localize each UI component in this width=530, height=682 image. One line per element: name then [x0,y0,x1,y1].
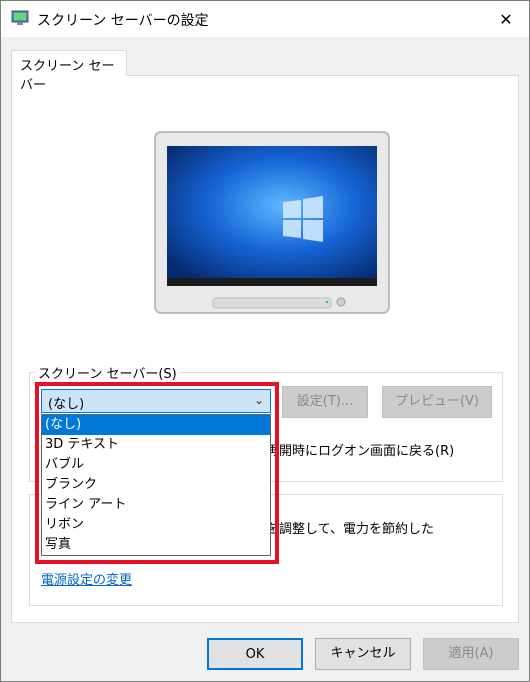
dropdown-option[interactable]: 写真 [42,535,270,555]
dropdown-option[interactable]: ブランク [42,475,270,495]
preview-button[interactable]: プレビュー(V) [382,386,492,418]
dropdown-option[interactable]: 3D テキスト [42,435,270,455]
dropdown-option[interactable]: リボン [42,515,270,535]
screensaver-tab-panel: スクリーン セーバー(S) 設定(T)... プレビュー(V) 再開時にログオン… [11,75,519,623]
screensaver-app-icon [11,10,29,25]
dropdown-option[interactable]: (なし) [42,415,270,435]
title-bar: スクリーン セーバーの設定 ✕ [1,1,529,37]
screensaver-select-value: (なし) [48,397,85,412]
dropdown-option[interactable]: バブル [42,455,270,475]
close-button[interactable]: ✕ [483,1,529,37]
settings-button[interactable]: 設定(T)... [282,386,368,418]
power-settings-link[interactable]: 電源設定の変更 [41,569,132,588]
monitor-preview-image [154,131,390,314]
close-icon: ✕ [499,9,513,29]
screensaver-settings-dialog: スクリーン セーバーの設定 ✕ スクリーン セーバー スクリーン セーバー(S)… [0,0,530,682]
tab-screensaver[interactable]: スクリーン セーバー [11,50,127,93]
apply-button[interactable]: 適用(A) [423,638,519,670]
resume-logon-label[interactable]: 再開時にログオン画面に戻る(R) [266,440,454,459]
screensaver-select[interactable]: (なし) ⌄ [41,389,271,413]
screensaver-group-label: スクリーン セーバー(S) [36,363,179,382]
screensaver-dropdown-list: (なし) 3D テキスト バブル ブランク ライン アート リボン 写真 [41,414,271,556]
cancel-button[interactable]: キャンセル [315,638,411,670]
ok-button[interactable]: OK [207,638,303,670]
window-title: スクリーン セーバーの設定 [37,13,209,29]
power-description: を調整して、電力を節約した [266,522,434,537]
dropdown-option[interactable]: ライン アート [42,495,270,515]
chevron-down-icon: ⌄ [253,393,264,407]
